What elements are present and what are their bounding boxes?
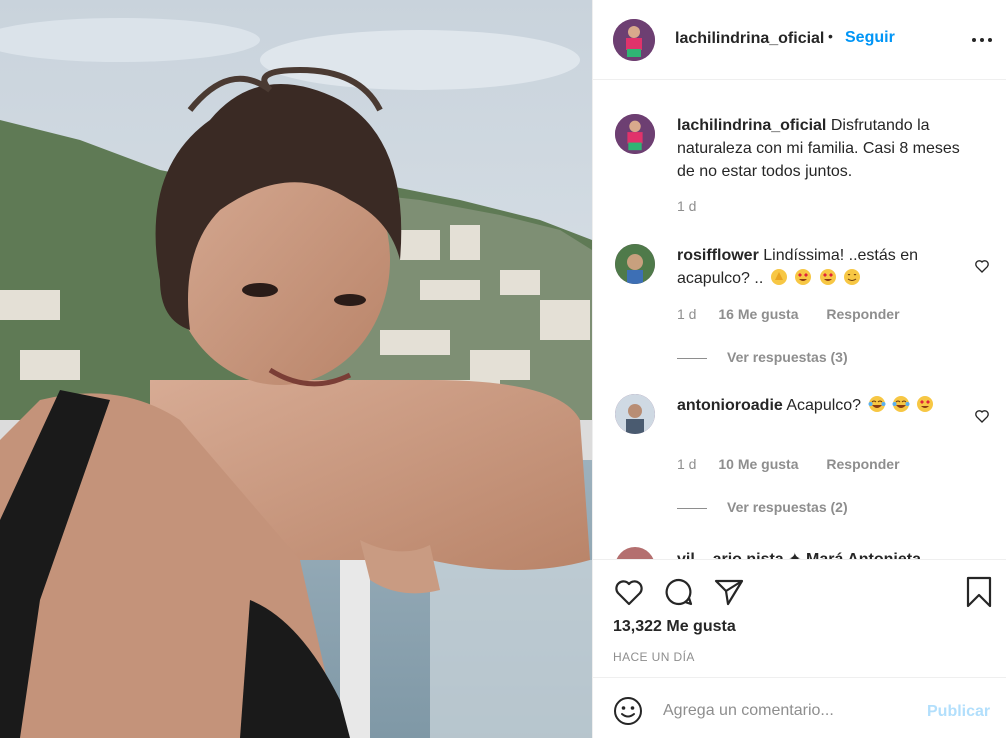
author-username[interactable]: lachilindrina_oficial	[675, 30, 824, 48]
comment-time: 1 d	[677, 306, 697, 322]
view-replies-button[interactable]: Ver respuestas (2)	[677, 499, 848, 515]
comment-item: rosifflower Lindíssima! ..estás en acapu…	[615, 244, 990, 384]
caption-body: lachilindrina_oficial Disfrutando la nat…	[677, 114, 967, 183]
comment-username[interactable]: antonioroadie	[677, 397, 783, 414]
caption: lachilindrina_oficial Disfrutando la nat…	[615, 114, 990, 224]
commenter-avatar[interactable]	[615, 244, 655, 284]
author-avatar[interactable]	[613, 19, 655, 61]
caption-time: 1 d	[677, 198, 697, 214]
comment-like-icon[interactable]	[974, 408, 990, 424]
comment-meta: 1 d 10 Me gusta Responder	[677, 456, 900, 472]
paper-plane-icon[interactable]	[713, 576, 745, 608]
post-panel: lachilindrina_oficial • Seguir lachilind…	[592, 0, 1006, 738]
replies-divider	[677, 507, 707, 509]
post-actions: 13,322 Me gusta HACE UN DÍA	[593, 559, 1006, 677]
heart-eyes-emoji	[917, 396, 934, 412]
comment-item: antonioroadie Acapulco? 1 d 10 Me gusta …	[615, 394, 990, 534]
comment-body: rosifflower Lindíssima! ..estás en acapu…	[677, 244, 967, 290]
post-time[interactable]: HACE UN DÍA	[613, 650, 695, 664]
comment-body: antonioroadie Acapulco?	[677, 394, 967, 417]
comments-list[interactable]: lachilindrina_oficial Disfrutando la nat…	[593, 81, 1006, 559]
comment-likes[interactable]: 10 Me gusta	[718, 456, 798, 472]
view-replies-label: Ver respuestas (3)	[727, 349, 848, 365]
heart-icon[interactable]	[613, 576, 645, 608]
view-replies-button[interactable]: Ver respuestas (3)	[677, 349, 848, 365]
partial-comment-text: vil... ario.nista ✦ Mará Antonieta	[677, 549, 921, 559]
comment-text: Acapulco?	[786, 397, 862, 414]
smiley-icon[interactable]	[613, 696, 643, 726]
more-options-icon[interactable]	[971, 28, 993, 50]
tears-of-joy-emoji	[892, 396, 910, 412]
comment-icon[interactable]	[663, 576, 695, 608]
heart-eyes-emoji	[795, 269, 812, 285]
post-header: lachilindrina_oficial • Seguir	[593, 0, 1006, 80]
caption-avatar[interactable]	[615, 114, 655, 154]
header-separator: •	[828, 28, 833, 44]
bookmark-icon[interactable]	[963, 576, 995, 608]
reply-button[interactable]: Responder	[826, 306, 899, 322]
comment-username[interactable]: rosifflower	[677, 247, 759, 264]
comment-time: 1 d	[677, 456, 697, 472]
publish-button[interactable]: Publicar	[927, 703, 990, 721]
comment-input[interactable]	[663, 697, 913, 725]
heart-eyes-emoji	[819, 269, 836, 285]
clapping-hands-emoji	[770, 269, 787, 285]
comment-like-icon[interactable]	[974, 258, 990, 274]
commenter-avatar[interactable]	[615, 394, 655, 434]
post-photo[interactable]	[0, 0, 592, 738]
caption-username[interactable]: lachilindrina_oficial	[677, 117, 826, 134]
replies-divider	[677, 357, 707, 359]
likes-count[interactable]: 13,322 Me gusta	[613, 618, 736, 636]
follow-button[interactable]: Seguir	[845, 29, 895, 47]
tears-of-joy-emoji	[868, 396, 886, 412]
comment-meta: 1 d 16 Me gusta Responder	[677, 306, 900, 322]
smiling-face-emoji	[844, 269, 861, 285]
commenter-avatar[interactable]	[615, 547, 655, 559]
reply-button[interactable]: Responder	[826, 456, 899, 472]
view-replies-label: Ver respuestas (2)	[727, 499, 848, 515]
comment-likes[interactable]: 16 Me gusta	[718, 306, 798, 322]
comment-item-partial: vil... ario.nista ✦ Mará Antonieta	[615, 547, 995, 559]
comment-composer: Publicar	[593, 677, 1006, 738]
